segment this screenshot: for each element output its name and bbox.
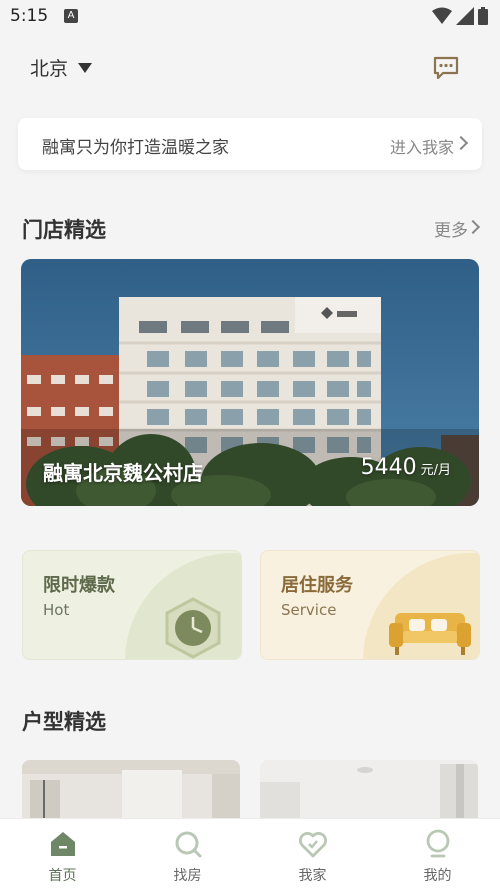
tab-my-home[interactable]: 我家 — [250, 819, 375, 889]
stores-section-title: 门店精选 — [22, 218, 106, 242]
room-card[interactable] — [260, 760, 478, 820]
chevron-right-icon — [465, 219, 481, 235]
profile-icon — [426, 829, 449, 858]
caret-down-icon — [78, 62, 93, 73]
status-bar: 5:15 A — [0, 0, 500, 34]
bottom-tab-bar: 首页 找房 我家 我的 — [0, 818, 500, 889]
header: 北京 — [0, 40, 500, 96]
service-subtitle: Service — [281, 601, 337, 619]
service-title: 居住服务 — [281, 575, 353, 596]
tab-label: 找房 — [173, 868, 202, 884]
hot-deals-card[interactable]: 限时爆款 Hot — [22, 550, 242, 660]
room-card[interactable] — [22, 760, 240, 820]
store-price: 5440 元/月 — [361, 455, 451, 480]
city-label: 北京 — [30, 58, 69, 80]
enter-home-link[interactable]: 进入我家 — [390, 134, 454, 158]
more-link[interactable]: 更多 — [434, 216, 468, 241]
room-photo — [260, 760, 478, 820]
tab-profile[interactable]: 我的 — [375, 819, 500, 889]
search-house-icon — [175, 831, 201, 858]
chevron-right-icon — [453, 135, 469, 151]
tab-home[interactable]: 首页 — [0, 819, 125, 889]
hot-subtitle: Hot — [43, 601, 70, 619]
clock-icon — [165, 597, 221, 659]
status-time: 5:15 — [10, 6, 49, 26]
store-card[interactable]: 融寓北京魏公村店 5440 元/月 — [21, 259, 479, 506]
notification-icon: A — [64, 9, 78, 23]
welcome-text: 融寓只为你打造温暖之家 — [42, 138, 229, 158]
battery-icon — [478, 7, 488, 25]
living-service-card[interactable]: 居住服务 Service — [260, 550, 480, 660]
welcome-banner[interactable]: 融寓只为你打造温暖之家 进入我家 — [18, 118, 482, 170]
city-selector[interactable]: 北京 — [30, 54, 93, 81]
signal-icon — [456, 7, 474, 25]
status-icons — [432, 7, 488, 25]
tab-find-house[interactable]: 找房 — [125, 819, 250, 889]
price-value: 5440 — [360, 455, 417, 480]
hot-title: 限时爆款 — [43, 575, 115, 596]
tab-label: 首页 — [48, 868, 77, 884]
store-name: 融寓北京魏公村店 — [43, 461, 203, 485]
price-unit: 元/月 — [420, 463, 451, 478]
message-icon[interactable] — [432, 54, 460, 82]
room-types-section-title: 户型精选 — [22, 710, 106, 734]
room-photo — [22, 760, 240, 820]
tab-label: 我家 — [298, 868, 327, 884]
tab-label: 我的 — [423, 868, 452, 884]
heart-home-icon — [298, 832, 327, 858]
wifi-icon — [432, 7, 452, 24]
home-icon — [50, 832, 75, 856]
